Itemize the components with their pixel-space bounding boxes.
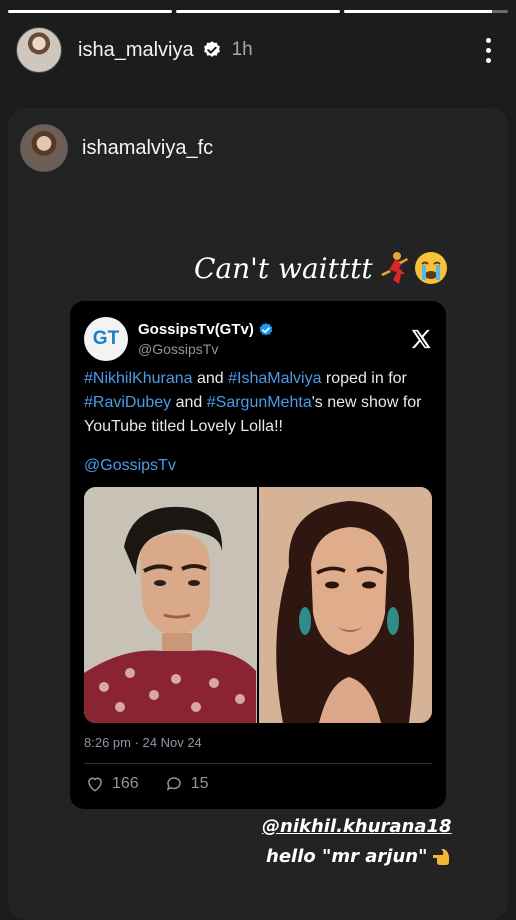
avatar[interactable] (16, 27, 62, 73)
man-portrait-illustration (84, 487, 256, 723)
tweet-text-segment: and (192, 370, 229, 387)
story-timestamp: 1h (231, 39, 253, 60)
text-sticker: hello "mr arjun" (266, 846, 453, 867)
progress-segment-active (344, 10, 508, 13)
hello-text: hello "mr arjun" (266, 846, 428, 867)
tweet-divider (84, 763, 432, 764)
tweet-photo-woman[interactable] (259, 487, 432, 723)
tweet-timestamp: 8:26 pm · 24 Nov 24 (84, 735, 202, 750)
reply-bubble-icon (166, 777, 181, 791)
reshare-username[interactable]: ishamalviya_fc (82, 137, 213, 160)
progress-segment (176, 10, 340, 13)
embedded-tweet-card[interactable]: GT GossipsTv(GTv) @GossipsTv #NikhilKhur… (70, 301, 446, 809)
like-stat[interactable]: 166 (86, 775, 139, 793)
pointing-hand-emoji-icon (433, 848, 450, 865)
reshare-avatar[interactable] (20, 124, 68, 172)
verified-badge-icon (259, 322, 273, 336)
hashtag-link[interactable]: #IshaMalviya (228, 370, 321, 387)
story-progress-bar (8, 10, 508, 13)
tweet-body-text: #NikhilKhurana and #IshaMalviya roped in… (84, 367, 434, 439)
hashtag-link[interactable]: #NikhilKhurana (84, 370, 193, 387)
story-header: isha_malviya 1h (16, 26, 500, 74)
hashtag-link[interactable]: #RaviDubey (84, 394, 171, 411)
verified-badge-icon (203, 41, 220, 57)
account-name-text: GossipsTv(GTv) (138, 321, 254, 338)
logo-text: GT (92, 328, 120, 349)
woman-portrait-illustration (259, 487, 432, 723)
reshare-caption: Can't waitttt (194, 250, 449, 286)
more-options-icon[interactable] (476, 35, 500, 65)
progress-segment (8, 10, 172, 13)
tweet-header: GT GossipsTv(GTv) @GossipsTv (84, 315, 432, 363)
caption-text: Can't waitttt (194, 251, 373, 285)
like-count: 166 (112, 775, 139, 792)
reply-stat[interactable]: 15 (165, 775, 209, 793)
tweet-account-names: GossipsTv(GTv) @GossipsTv (138, 321, 274, 357)
gossipstv-logo[interactable]: GT (84, 317, 128, 361)
reply-count: 15 (190, 775, 209, 792)
tweet-text-segment: roped in for (321, 370, 407, 387)
mention-sticker[interactable]: @nikhil.khurana18 (262, 816, 452, 837)
tweet-photo-grid[interactable] (84, 487, 432, 723)
tweet-photo-man[interactable] (84, 487, 259, 723)
tweet-text-segment: and (171, 394, 207, 411)
reshared-post-header[interactable]: ishamalviya_fc (20, 124, 213, 172)
x-logo-icon[interactable] (410, 328, 432, 350)
dancer-emoji-icon (380, 252, 408, 284)
story-username[interactable]: isha_malviya (78, 39, 194, 62)
tweet-mention-link[interactable]: @GossipsTv (84, 457, 176, 475)
tweet-account-name[interactable]: GossipsTv(GTv) (138, 321, 274, 338)
heart-icon (88, 777, 102, 792)
tweet-handle[interactable]: @GossipsTv (138, 341, 274, 357)
tweet-stats: 166 15 (86, 775, 235, 793)
crying-face-emoji-icon (414, 252, 447, 284)
hashtag-link[interactable]: #SargunMehta (207, 394, 312, 411)
